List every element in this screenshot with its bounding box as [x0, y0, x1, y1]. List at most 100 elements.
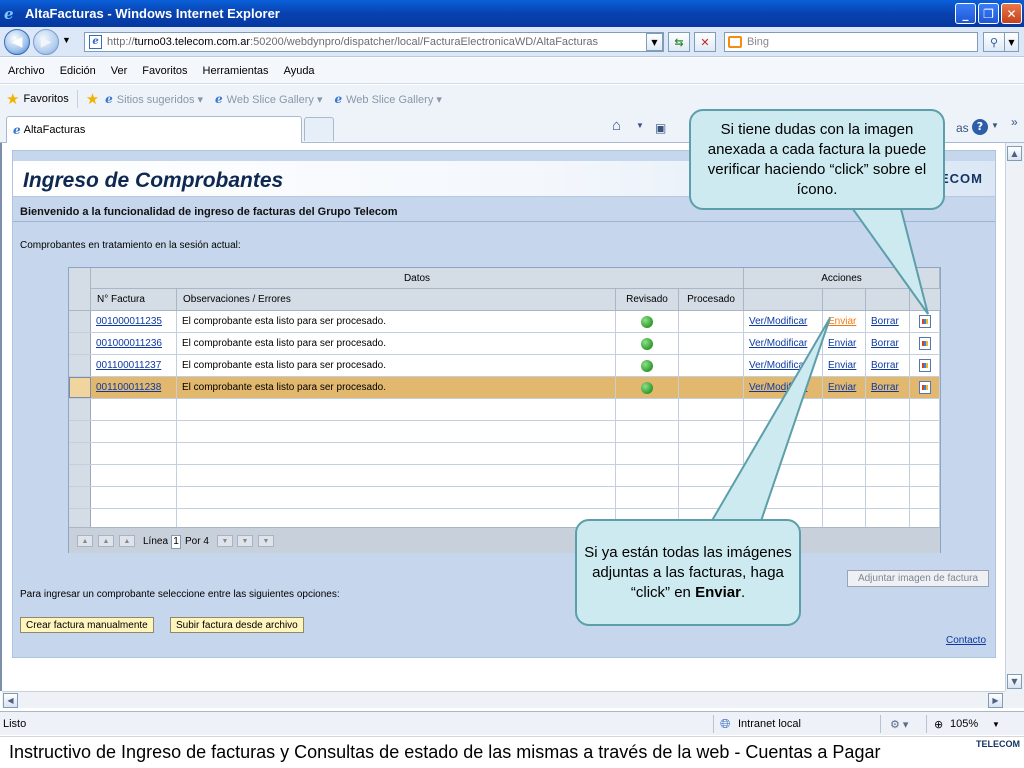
- table-row[interactable]: 001100011237 El comprobante esta listo pa…: [69, 355, 940, 377]
- close-button[interactable]: ✕: [1001, 3, 1022, 24]
- upload-invoice-file-button[interactable]: Subir factura desde archivo: [170, 617, 304, 633]
- invoice-number-link[interactable]: 001100011238: [96, 382, 161, 393]
- empty-table-row[interactable]: [69, 465, 940, 487]
- forward-button[interactable]: ▶: [33, 29, 59, 55]
- divider: [76, 90, 78, 108]
- empty-table-row[interactable]: [69, 421, 940, 443]
- zoom-level[interactable]: 105%: [950, 718, 978, 730]
- contact-link[interactable]: Contacto: [946, 635, 986, 646]
- menu-ayuda[interactable]: Ayuda: [284, 65, 315, 77]
- cell-imagen: [910, 311, 940, 332]
- tab-altafacturas[interactable]: e AltaFacturas: [6, 116, 302, 143]
- menu-edicion[interactable]: Edición: [60, 65, 96, 77]
- delete-link[interactable]: Borrar: [871, 338, 899, 349]
- attach-image-button[interactable]: Adjuntar imagen de factura: [847, 570, 989, 587]
- table-row[interactable]: 001000011235 El comprobante esta listo pa…: [69, 311, 940, 333]
- row-selector[interactable]: [69, 487, 91, 508]
- table-row[interactable]: 001000011236 El comprobante esta listo pa…: [69, 333, 940, 355]
- cell-observaciones: [177, 421, 616, 442]
- empty-table-row[interactable]: [69, 487, 940, 509]
- suggested-sites-button[interactable]: e Sitios sugeridos ▾: [105, 92, 203, 106]
- protected-mode-icon[interactable]: ⚙ ▾: [890, 718, 908, 731]
- last-page-icon[interactable]: ▼: [258, 535, 274, 547]
- scroll-down-icon[interactable]: ▼: [1007, 674, 1022, 689]
- view-modify-link[interactable]: Ver/Modificar: [749, 382, 807, 393]
- home-dropdown-icon[interactable]: ▼: [636, 121, 644, 130]
- address-bar[interactable]: e http://turno03.telecom.com.ar:50200/we…: [84, 32, 664, 52]
- menu-herramientas[interactable]: Herramientas: [203, 65, 269, 77]
- new-tab-button[interactable]: [304, 117, 334, 141]
- minimize-button[interactable]: _: [955, 3, 976, 24]
- view-modify-link[interactable]: Ver/Modificar: [749, 316, 807, 327]
- add-favorite-icon[interactable]: ★: [86, 90, 99, 108]
- chevron-more-icon[interactable]: »: [1011, 115, 1018, 129]
- search-input[interactable]: Bing: [724, 32, 978, 52]
- horizontal-scrollbar[interactable]: ◀ ▶: [2, 691, 1005, 708]
- create-manual-invoice-button[interactable]: Crear factura manualmente: [20, 617, 154, 633]
- row-selector[interactable]: [69, 377, 91, 398]
- invoice-number-link[interactable]: 001000011235: [96, 316, 162, 327]
- stop-icon[interactable]: ✕: [694, 32, 716, 52]
- send-link[interactable]: Enviar: [828, 360, 856, 371]
- zoom-icon[interactable]: ⊕: [934, 718, 943, 731]
- row-selector[interactable]: [69, 333, 91, 354]
- empty-table-row[interactable]: [69, 443, 940, 465]
- back-button[interactable]: ◀: [4, 29, 30, 55]
- search-icon[interactable]: ⚲: [983, 32, 1005, 52]
- scroll-up-icon[interactable]: ▲: [1007, 146, 1022, 161]
- cell-revisado: [616, 355, 679, 376]
- invoice-image-icon[interactable]: [918, 315, 931, 328]
- invoice-image-icon[interactable]: [918, 337, 931, 350]
- row-selector[interactable]: [69, 443, 91, 464]
- zoom-dropdown-icon[interactable]: ▼: [992, 720, 1000, 729]
- scroll-left-icon[interactable]: ◀: [3, 693, 18, 708]
- web-slice-gallery-button-2[interactable]: e Web Slice Gallery ▾: [334, 92, 441, 106]
- refresh-icon[interactable]: ⇆: [668, 32, 690, 52]
- help-icon[interactable]: ?: [972, 119, 988, 135]
- view-modify-link[interactable]: Ver/Modificar: [749, 338, 807, 349]
- invoice-number-link[interactable]: 001000011236: [96, 338, 162, 349]
- address-dropdown-icon[interactable]: ▼: [646, 33, 663, 51]
- delete-link[interactable]: Borrar: [871, 360, 899, 371]
- send-link[interactable]: Enviar: [828, 316, 856, 327]
- prev-block-icon[interactable]: ▲: [98, 535, 114, 547]
- help-dropdown-icon[interactable]: ▼: [991, 121, 999, 130]
- row-selector[interactable]: [69, 311, 91, 332]
- row-selector[interactable]: [69, 355, 91, 376]
- row-selector[interactable]: [69, 465, 91, 486]
- favorites-button[interactable]: ★ Favoritos: [6, 90, 69, 108]
- column-header-observaciones[interactable]: Observaciones / Errores: [177, 289, 616, 311]
- security-zone[interactable]: Intranet local: [738, 718, 801, 730]
- row-selector[interactable]: [69, 399, 91, 420]
- invoice-image-icon[interactable]: [918, 381, 931, 394]
- invoice-image-icon[interactable]: [918, 359, 931, 372]
- home-icon[interactable]: ⌂: [612, 117, 621, 134]
- menu-archivo[interactable]: Archivo: [8, 65, 45, 77]
- maximize-button[interactable]: ❐: [978, 3, 999, 24]
- menu-ver[interactable]: Ver: [111, 65, 128, 77]
- send-link[interactable]: Enviar: [828, 338, 856, 349]
- invoice-number-link[interactable]: 001100011237: [96, 360, 161, 371]
- vertical-scrollbar[interactable]: ▲ ▼: [1005, 143, 1024, 691]
- column-header-procesado[interactable]: Procesado: [679, 289, 744, 311]
- delete-link[interactable]: Borrar: [871, 316, 899, 327]
- row-selector[interactable]: [69, 421, 91, 442]
- history-dropdown-icon[interactable]: ▼: [62, 35, 71, 45]
- pager-line-input[interactable]: 1: [171, 535, 181, 549]
- send-link[interactable]: Enviar: [828, 382, 856, 393]
- first-page-icon[interactable]: ▲: [77, 535, 93, 547]
- view-modify-link[interactable]: Ver/Modificar: [749, 360, 807, 371]
- delete-link[interactable]: Borrar: [871, 382, 899, 393]
- empty-table-row[interactable]: [69, 399, 940, 421]
- scroll-right-icon[interactable]: ▶: [988, 693, 1003, 708]
- feeds-icon[interactable]: ▣: [655, 121, 666, 135]
- prev-page-icon[interactable]: ▲: [119, 535, 135, 547]
- next-page-icon[interactable]: ▼: [217, 535, 233, 547]
- next-block-icon[interactable]: ▼: [237, 535, 253, 547]
- column-header-revisado[interactable]: Revisado: [616, 289, 679, 311]
- web-slice-gallery-button[interactable]: e Web Slice Gallery ▾: [215, 92, 322, 106]
- table-row[interactable]: 001100011238 El comprobante esta listo pa…: [69, 377, 940, 399]
- column-header-factura[interactable]: N° Factura: [91, 289, 177, 311]
- search-options-icon[interactable]: ▼: [1004, 32, 1019, 52]
- menu-favoritos[interactable]: Favoritos: [142, 65, 187, 77]
